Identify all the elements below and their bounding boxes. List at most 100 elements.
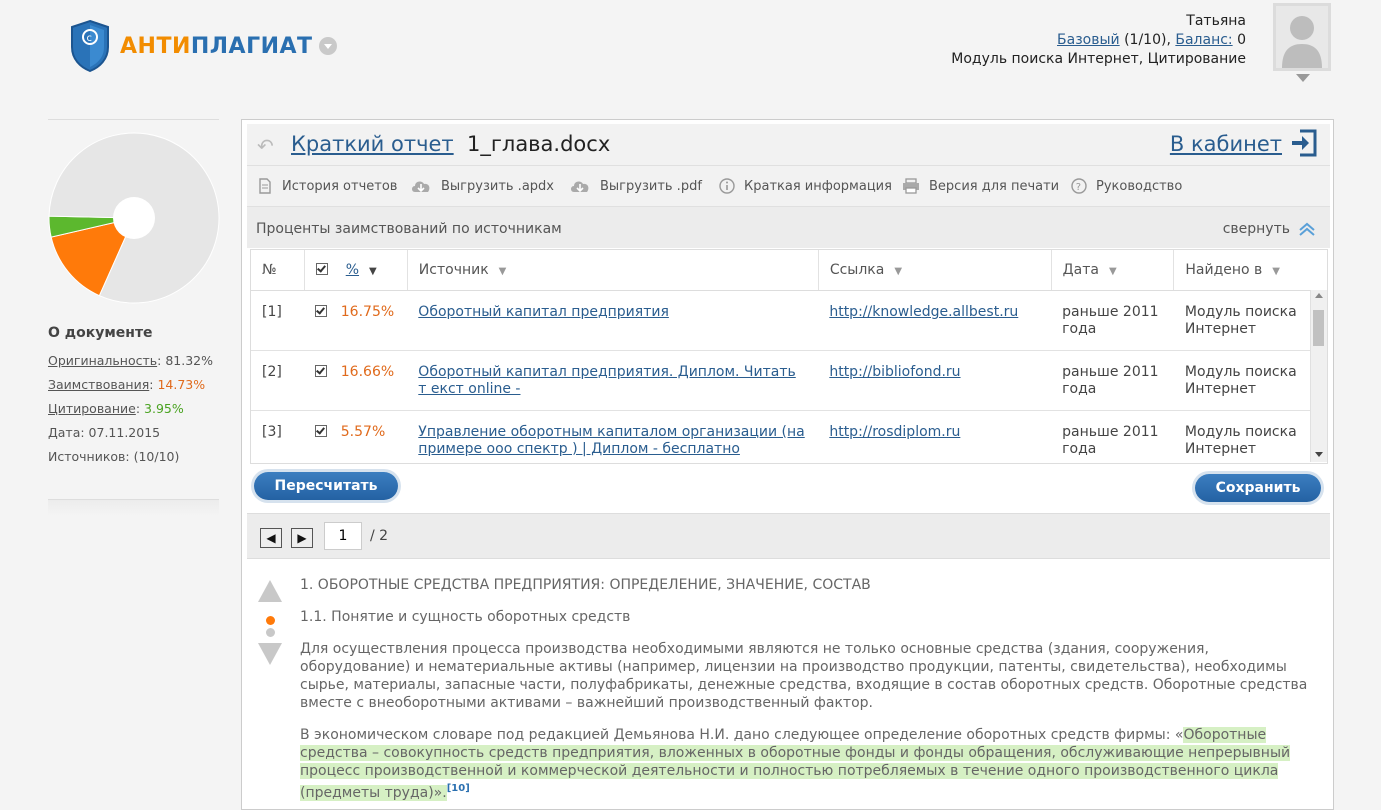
row-checkbox[interactable]: [315, 305, 328, 317]
scroll-down-icon[interactable]: [1315, 452, 1323, 457]
svg-text:c: c: [87, 33, 93, 44]
history-button[interactable]: История отчетов: [257, 178, 397, 194]
short-info-button[interactable]: Краткая информация: [719, 178, 892, 194]
col-date[interactable]: Дата ▼: [1051, 250, 1175, 291]
row-source-cell: Управление оборотным капиталом организац…: [407, 410, 819, 463]
help-icon: ?: [1071, 178, 1087, 194]
table-scrollbar[interactable]: [1310, 290, 1327, 462]
scroll-thumb[interactable]: [1313, 310, 1324, 346]
originality-label[interactable]: Оригинальность: [48, 353, 157, 368]
row-checkbox[interactable]: [315, 425, 328, 437]
plan-count: (1/10),: [1119, 32, 1176, 48]
doc-sources: Источников: (10/10): [48, 449, 180, 464]
exit-to-cabinet-icon[interactable]: [1290, 128, 1318, 158]
row-date: раньше 2011 года: [1051, 350, 1174, 411]
row-source-link[interactable]: Оборотный капитал предприятия. Диплом. Ч…: [418, 364, 795, 397]
history-label: История отчетов: [282, 178, 398, 194]
page-number-input[interactable]: [324, 522, 362, 550]
avatar[interactable]: [1273, 3, 1331, 71]
report-title-link[interactable]: Краткий отчет: [291, 132, 454, 156]
prev-page-button[interactable]: ◀: [260, 528, 282, 548]
user-info: Татьяна Базовый (1/10), Баланс: 0 Модуль…: [951, 12, 1246, 69]
scroll-up-icon[interactable]: [1315, 293, 1323, 298]
export-pdf-label: Выгрузить .pdf: [600, 178, 702, 194]
chevron-up-double-icon: [1299, 222, 1315, 236]
print-label: Версия для печати: [929, 178, 1060, 194]
triangle-down-icon[interactable]: [256, 641, 284, 669]
row-checkbox[interactable]: [315, 365, 328, 377]
export-apdx-button[interactable]: Выгрузить .apdx: [410, 178, 554, 194]
match-dot-active[interactable]: [266, 616, 275, 625]
row-found: Модуль поиска Интернет: [1173, 350, 1327, 411]
avatar-dropdown-icon[interactable]: [1296, 74, 1310, 82]
pager: ◀ ▶ / 2: [247, 513, 1330, 559]
row-link-cell: http://rosdiplom.ru: [818, 410, 1052, 463]
left-panel: О документе Оригинальность: 81.32% Заимс…: [48, 119, 220, 516]
text-paragraph-2: В экономическом словаре под редакцией Де…: [300, 726, 1310, 802]
row-source-link[interactable]: Управление оборотным капиталом организац…: [418, 424, 804, 457]
row-pct: 16.75%: [340, 304, 395, 320]
doc-info-title: О документе: [48, 325, 153, 341]
cloud-download-icon: [571, 181, 589, 193]
sort-arrow-icon[interactable]: ▼: [1272, 266, 1280, 277]
row-url-link[interactable]: http://knowledge.allbest.ru: [829, 304, 1018, 320]
info-icon: [719, 178, 735, 194]
user-name: Татьяна: [1186, 13, 1246, 29]
doc-date: Дата: 07.11.2015: [48, 425, 161, 440]
col-pct[interactable]: % ▼: [304, 250, 408, 291]
table-row: [3] 5.57% Управление оборотным капиталом…: [251, 410, 1327, 463]
row-source-link[interactable]: Оборотный капитал предприятия: [418, 304, 669, 320]
cabinet-link[interactable]: В кабинет: [1170, 132, 1282, 156]
collapse-button[interactable]: свернуть: [1223, 221, 1316, 237]
row-url-link[interactable]: http://rosdiplom.ru: [829, 424, 960, 440]
guide-button[interactable]: ? Руководство: [1071, 178, 1182, 194]
print-button[interactable]: Версия для печати: [902, 178, 1059, 194]
back-arrow-icon[interactable]: ↶: [257, 134, 274, 158]
borrowing-label[interactable]: Заимствования: [48, 377, 149, 392]
save-button[interactable]: Сохранить: [1195, 474, 1321, 502]
svg-text:?: ?: [1076, 182, 1081, 193]
pie-center: [113, 197, 155, 239]
select-all-checkbox[interactable]: [315, 263, 328, 275]
row-url-link[interactable]: http://bibliofond.ru: [829, 364, 960, 380]
chevron-down-icon[interactable]: [318, 37, 337, 55]
match-navigation: [256, 578, 286, 673]
page-total: / 2: [370, 528, 389, 544]
balance-link[interactable]: Баланс:: [1175, 32, 1232, 48]
col-date-label: Дата: [1062, 262, 1099, 278]
citation-label[interactable]: Цитирование: [48, 401, 136, 416]
originality-value: 81.32%: [165, 353, 213, 368]
sort-arrow-icon[interactable]: ▼: [1109, 266, 1117, 277]
sort-arrow-icon[interactable]: ▼: [894, 266, 902, 277]
sort-arrow-icon[interactable]: ▼: [369, 266, 377, 277]
shield-logo-icon: c: [71, 19, 109, 73]
row-found: Модуль поиска Интернет: [1173, 410, 1327, 463]
para2-plain: В экономическом словаре под редакцией Де…: [300, 727, 1184, 743]
row-pct-cell: 16.66%: [304, 350, 408, 411]
logo-part2: ПЛАГИАТ: [190, 33, 313, 59]
row-pct: 16.66%: [340, 364, 395, 380]
row-found: Модуль поиска Интернет: [1173, 290, 1327, 351]
sort-arrow-icon[interactable]: ▼: [499, 266, 507, 277]
match-dot[interactable]: [266, 628, 275, 637]
borrowing-row: Заимствования: 14.73%: [48, 377, 206, 392]
next-page-button[interactable]: ▶: [291, 528, 313, 548]
user-modules: Модуль поиска Интернет, Цитирование: [951, 51, 1246, 67]
table-row: [2] 16.66% Оборотный капитал предприятия…: [251, 350, 1327, 411]
export-pdf-button[interactable]: Выгрузить .pdf: [569, 178, 702, 194]
export-apdx-label: Выгрузить .apdx: [441, 178, 554, 194]
sources-table: № % ▼ Источник ▼ Ссылка ▼ Дата ▼ Найдено в ▼ …: [251, 250, 1327, 463]
citation-ref-link[interactable]: [10]: [447, 783, 470, 794]
table-header-row: № % ▼ Источник ▼ Ссылка ▼ Дата ▼ Найдено в ▼: [251, 250, 1327, 291]
logo[interactable]: c АНТИПЛАГИАТ: [70, 18, 337, 74]
toolbar: История отчетов Выгрузить .apdx Выгрузит…: [247, 166, 1330, 207]
cloud-download-icon: [412, 181, 430, 193]
recalculate-button[interactable]: Пересчитать: [254, 472, 398, 500]
col-pct-label[interactable]: %: [346, 262, 359, 278]
col-source[interactable]: Источник ▼: [407, 250, 819, 291]
short-info-label: Краткая информация: [744, 178, 892, 194]
col-link[interactable]: Ссылка ▼: [818, 250, 1052, 291]
col-found[interactable]: Найдено в ▼: [1173, 250, 1327, 291]
triangle-up-icon[interactable]: [256, 578, 284, 604]
plan-link[interactable]: Базовый: [1057, 32, 1120, 48]
